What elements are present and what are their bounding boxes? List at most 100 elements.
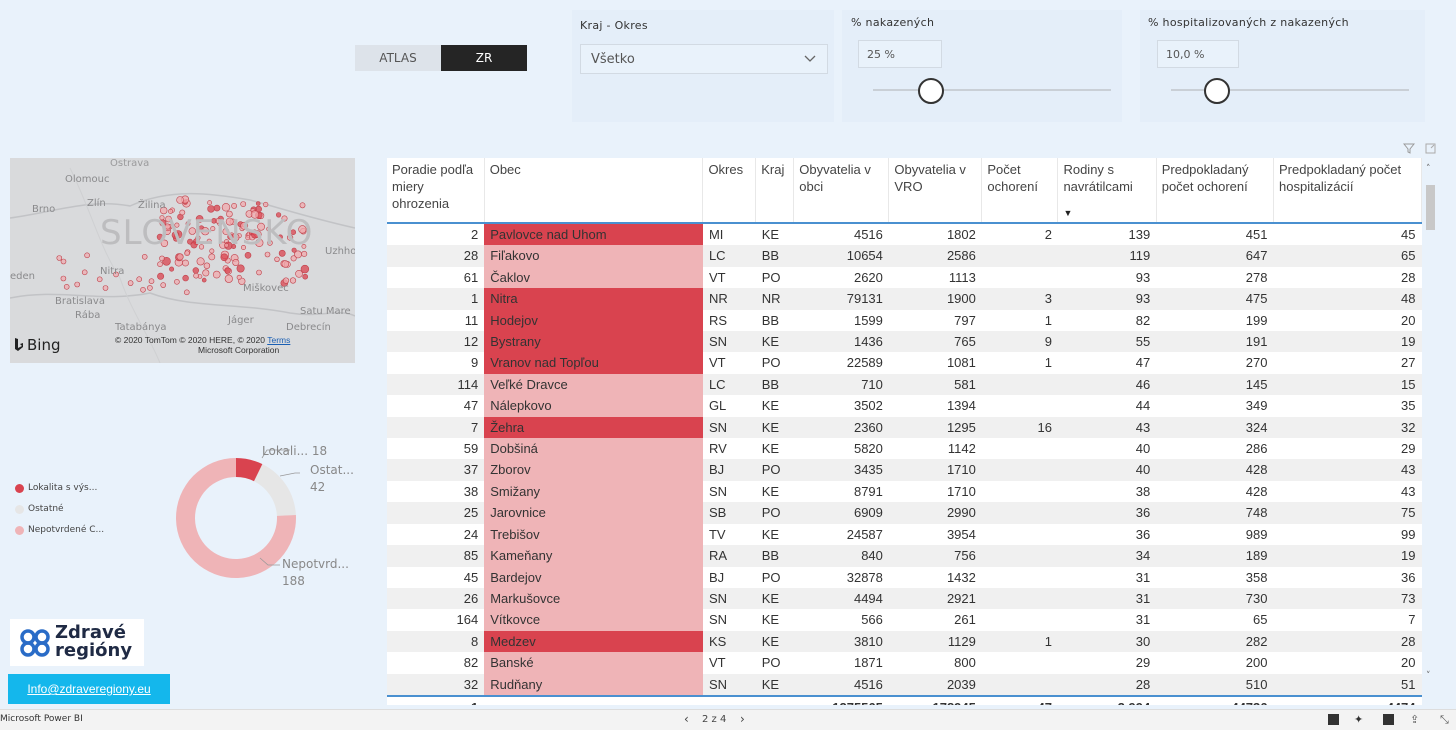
scroll-up-icon[interactable]: ˄	[1426, 164, 1431, 174]
table-row[interactable]: 2 Pavlovce nad Uhom MI KE 4516 1802 2 139 451 45	[387, 223, 1422, 246]
map-locality-marker[interactable]	[184, 289, 190, 296]
infected-slider-handle[interactable]	[918, 78, 944, 104]
facebook-icon[interactable]	[1383, 714, 1394, 725]
zr-button[interactable]: ZR	[441, 45, 527, 71]
map-locality-marker[interactable]	[63, 284, 70, 290]
map-locality-marker[interactable]	[289, 277, 297, 284]
legend-item[interactable]: Lokalita s výs...	[15, 483, 104, 493]
focus-mode-icon[interactable]	[1425, 139, 1436, 158]
map-locality-marker[interactable]	[74, 281, 80, 288]
column-header[interactable]: Rodiny s navrátilcami ▼	[1057, 158, 1157, 223]
map-locality-marker[interactable]	[224, 274, 233, 283]
table-row[interactable]: 38 Smižany SN KE 8791 1710 38 428 43	[387, 480, 1422, 503]
map-locality-marker[interactable]	[201, 277, 207, 283]
table-row[interactable]: 47 Nálepkovo GL KE 3502 1394 44 349 35	[387, 395, 1422, 417]
map-locality-marker[interactable]	[141, 254, 148, 260]
map-locality-marker[interactable]	[182, 274, 189, 282]
map-locality-marker[interactable]	[174, 279, 180, 285]
column-header[interactable]: Počet ochorení	[981, 158, 1059, 223]
map-locality-marker[interactable]	[244, 252, 252, 259]
atlas-button[interactable]: ATLAS	[355, 45, 441, 71]
column-header[interactable]: Obec	[484, 158, 704, 223]
map-locality-marker[interactable]	[212, 270, 221, 279]
table-row[interactable]: 37 Zborov BJ PO 3435 1710 40 428 43	[387, 459, 1422, 481]
map-locality-marker[interactable]	[182, 259, 189, 267]
map-locality-marker[interactable]	[159, 255, 165, 262]
column-header[interactable]: Kraj	[755, 158, 795, 223]
linkedin-icon[interactable]	[1328, 714, 1339, 725]
hosp-value-input[interactable]: 10,0 %	[1157, 40, 1239, 68]
map-locality-marker[interactable]	[148, 278, 155, 284]
twitter-icon[interactable]: ✦	[1354, 713, 1363, 726]
map-locality-marker[interactable]	[136, 276, 142, 282]
table-row[interactable]: 7 Žehra SN KE 2360 1295 16 43 324 32	[387, 416, 1422, 439]
column-header[interactable]: Obyvatelia v VRO	[888, 158, 983, 223]
map-terms-link[interactable]: Terms	[267, 335, 290, 345]
table-row[interactable]: 164 Vítkovce SN KE 566 261 31 65 7	[387, 609, 1422, 631]
legend-item[interactable]: Nepotvrdené C...	[15, 525, 104, 535]
table-row[interactable]: 32 Rudňany SN KE 4516 2039 28 510 51	[387, 673, 1422, 696]
map-locality-marker[interactable]	[221, 203, 231, 212]
map-locality-marker[interactable]	[202, 269, 210, 277]
map-locality-marker[interactable]	[208, 253, 216, 261]
fullscreen-icon[interactable]: ⤡	[1440, 713, 1449, 727]
map-locality-marker[interactable]	[84, 252, 90, 259]
next-page-button[interactable]: ›	[740, 712, 745, 726]
legend-item[interactable]: Ostatné	[15, 504, 104, 514]
table-row[interactable]: 28 Fiľakovo LC BB 10654 2586 119 647 65	[387, 245, 1422, 267]
map-locality-marker[interactable]	[176, 253, 184, 261]
map-locality-marker[interactable]	[102, 285, 109, 291]
map-locality-marker[interactable]	[220, 253, 229, 262]
map-locality-marker[interactable]	[60, 275, 67, 282]
map-locality-marker[interactable]	[96, 276, 103, 283]
map-locality-marker[interactable]	[290, 255, 297, 262]
map-locality-marker[interactable]	[196, 257, 205, 266]
map-locality-marker[interactable]	[56, 255, 63, 261]
map-locality-marker[interactable]	[236, 274, 242, 280]
map-locality-marker[interactable]	[232, 259, 240, 267]
hosp-slider-handle[interactable]	[1204, 78, 1230, 104]
map-locality-marker[interactable]	[193, 272, 199, 279]
map-locality-marker[interactable]	[169, 266, 175, 272]
map-locality-marker[interactable]	[255, 201, 261, 206]
column-header[interactable]: Obyvatelia v obci	[793, 158, 890, 223]
filter-icon[interactable]	[1402, 139, 1416, 158]
table-row[interactable]: 11 Hodejov RS BB 1599 797 1 82 199 20	[387, 309, 1422, 332]
table-row[interactable]: 8 Medzev KS KE 3810 1129 1 30 282 28	[387, 630, 1422, 653]
map-locality-marker[interactable]	[157, 272, 165, 280]
table-row[interactable]: 45 Bardejov BJ PO 32878 1432 31 358 36	[387, 566, 1422, 588]
map-locality-marker[interactable]	[160, 282, 166, 288]
column-header[interactable]: Poradie podľa miery ohrozenia	[387, 158, 485, 223]
prev-page-button[interactable]: ‹	[684, 712, 689, 726]
map-locality-marker[interactable]	[140, 287, 146, 293]
map-locality-marker[interactable]	[300, 264, 310, 274]
table-row[interactable]: 59 Dobšiná RV KE 5820 1142 40 286 29	[387, 438, 1422, 460]
map-locality-marker[interactable]	[274, 256, 280, 263]
map-locality-marker[interactable]	[207, 200, 212, 206]
map-locality-marker[interactable]	[281, 260, 289, 268]
map-locality-marker[interactable]	[207, 205, 215, 213]
table-row[interactable]: 26 Markušovce SN KE 4494 2921 31 730 73	[387, 587, 1422, 610]
map-locality-marker[interactable]	[127, 280, 134, 286]
map-locality-marker[interactable]	[147, 285, 153, 291]
scroll-down-icon[interactable]: ˅	[1426, 671, 1431, 681]
table-row[interactable]: 61 Čaklov VT PO 2620 1113 93 278 28	[387, 266, 1422, 289]
map-locality-marker[interactable]	[240, 201, 247, 207]
table-row[interactable]: 25 Jarovnice SB PO 6909 2990 36 748 75	[387, 502, 1422, 524]
map-locality-marker[interactable]	[60, 258, 67, 265]
table-row[interactable]: 85 Kameňany RA BB 840 756 34 189 19	[387, 545, 1422, 567]
map-locality-marker[interactable]	[203, 262, 211, 269]
table-row[interactable]: 82 Banské VT PO 1871 800 29 200 20	[387, 652, 1422, 674]
map-locality-marker[interactable]	[224, 267, 231, 274]
map-locality-marker[interactable]	[263, 201, 269, 208]
map-visual[interactable]: SLOVENSKO Ostrava Olomouc Brno Zlín Žili…	[10, 158, 355, 363]
table-row[interactable]: 12 Bystrany SN KE 1436 765 9 55 191 19	[387, 331, 1422, 353]
map-locality-marker[interactable]	[81, 269, 88, 276]
table-row[interactable]: 1 Nitra NR NR 79131 1900 3 93 475 48	[387, 288, 1422, 310]
map-locality-marker[interactable]	[256, 269, 262, 276]
map-locality-marker[interactable]	[213, 204, 221, 212]
scroll-thumb[interactable]	[1426, 185, 1435, 230]
map-locality-marker[interactable]	[192, 267, 200, 274]
map-locality-marker[interactable]	[231, 203, 237, 209]
column-header[interactable]: Okres	[702, 158, 757, 223]
